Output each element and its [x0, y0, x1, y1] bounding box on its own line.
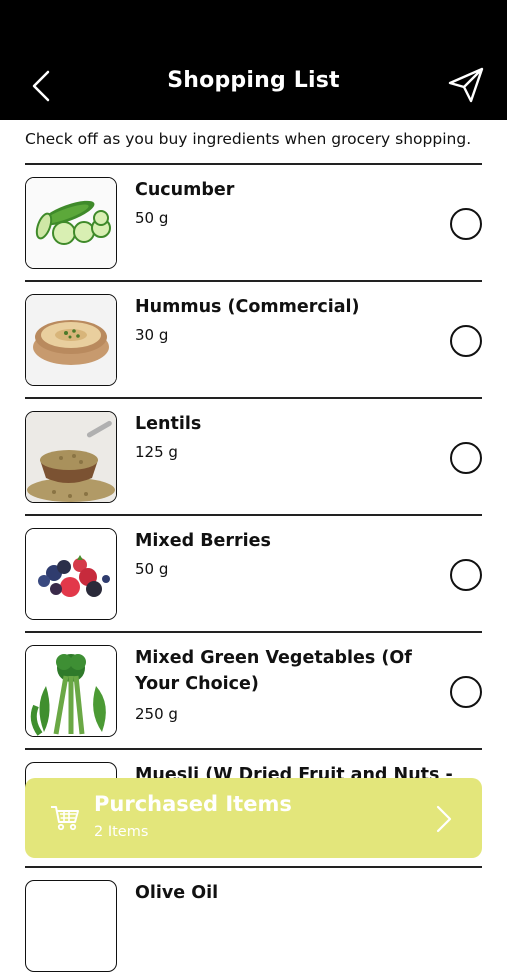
- item-quantity: 30 g: [135, 326, 169, 344]
- item-name: Cucumber: [135, 180, 235, 200]
- item-name: Olive Oil: [135, 883, 219, 903]
- list-item[interactable]: Olive Oil: [25, 880, 482, 972]
- list-item[interactable]: Hummus (Commercial) 30 g: [25, 294, 482, 386]
- item-name: Hummus (Commercial): [135, 297, 360, 317]
- item-name: Lentils: [135, 414, 202, 434]
- checkbox-circle[interactable]: [450, 325, 482, 357]
- divider: [25, 280, 482, 282]
- list-item[interactable]: Mixed Green Vegetables (Of Your Choice) …: [25, 645, 482, 737]
- divider: [25, 748, 482, 750]
- checkbox-circle[interactable]: [450, 559, 482, 591]
- hummus-image: [25, 294, 117, 386]
- item-quantity: 50 g: [135, 209, 169, 227]
- send-icon[interactable]: [447, 66, 485, 104]
- cart-icon: [51, 806, 79, 831]
- cucumber-image: [25, 177, 117, 269]
- item-quantity: 125 g: [135, 443, 178, 461]
- greens-image: [25, 645, 117, 737]
- list-item[interactable]: Cucumber 50 g: [25, 177, 482, 269]
- instructions-text: Check off as you buy ingredients when gr…: [25, 130, 472, 148]
- item-quantity: 50 g: [135, 560, 169, 578]
- olive-oil-image: [25, 880, 117, 972]
- divider: [25, 514, 482, 516]
- checkbox-circle[interactable]: [450, 208, 482, 240]
- divider: [25, 163, 482, 165]
- list-item[interactable]: Mixed Berries 50 g: [25, 528, 482, 620]
- divider: [25, 631, 482, 633]
- divider: [25, 397, 482, 399]
- purchased-count: 2 Items: [94, 824, 149, 840]
- item-quantity: 250 g: [135, 705, 178, 723]
- item-name: Mixed Green Vegetables (Of Your Choice): [135, 648, 412, 694]
- purchased-items-button[interactable]: Purchased Items 2 Items: [25, 778, 482, 858]
- page-title: Shopping List: [167, 68, 340, 93]
- chevron-right-icon: [436, 805, 452, 833]
- purchased-title: Purchased Items: [94, 792, 292, 816]
- header-bar: Shopping List: [0, 0, 507, 120]
- list-item[interactable]: Lentils 125 g: [25, 411, 482, 503]
- checkbox-circle[interactable]: [450, 676, 482, 708]
- lentils-image: [25, 411, 117, 503]
- berries-image: [25, 528, 117, 620]
- item-name: Mixed Berries: [135, 531, 271, 551]
- checkbox-circle[interactable]: [450, 442, 482, 474]
- divider: [25, 866, 482, 868]
